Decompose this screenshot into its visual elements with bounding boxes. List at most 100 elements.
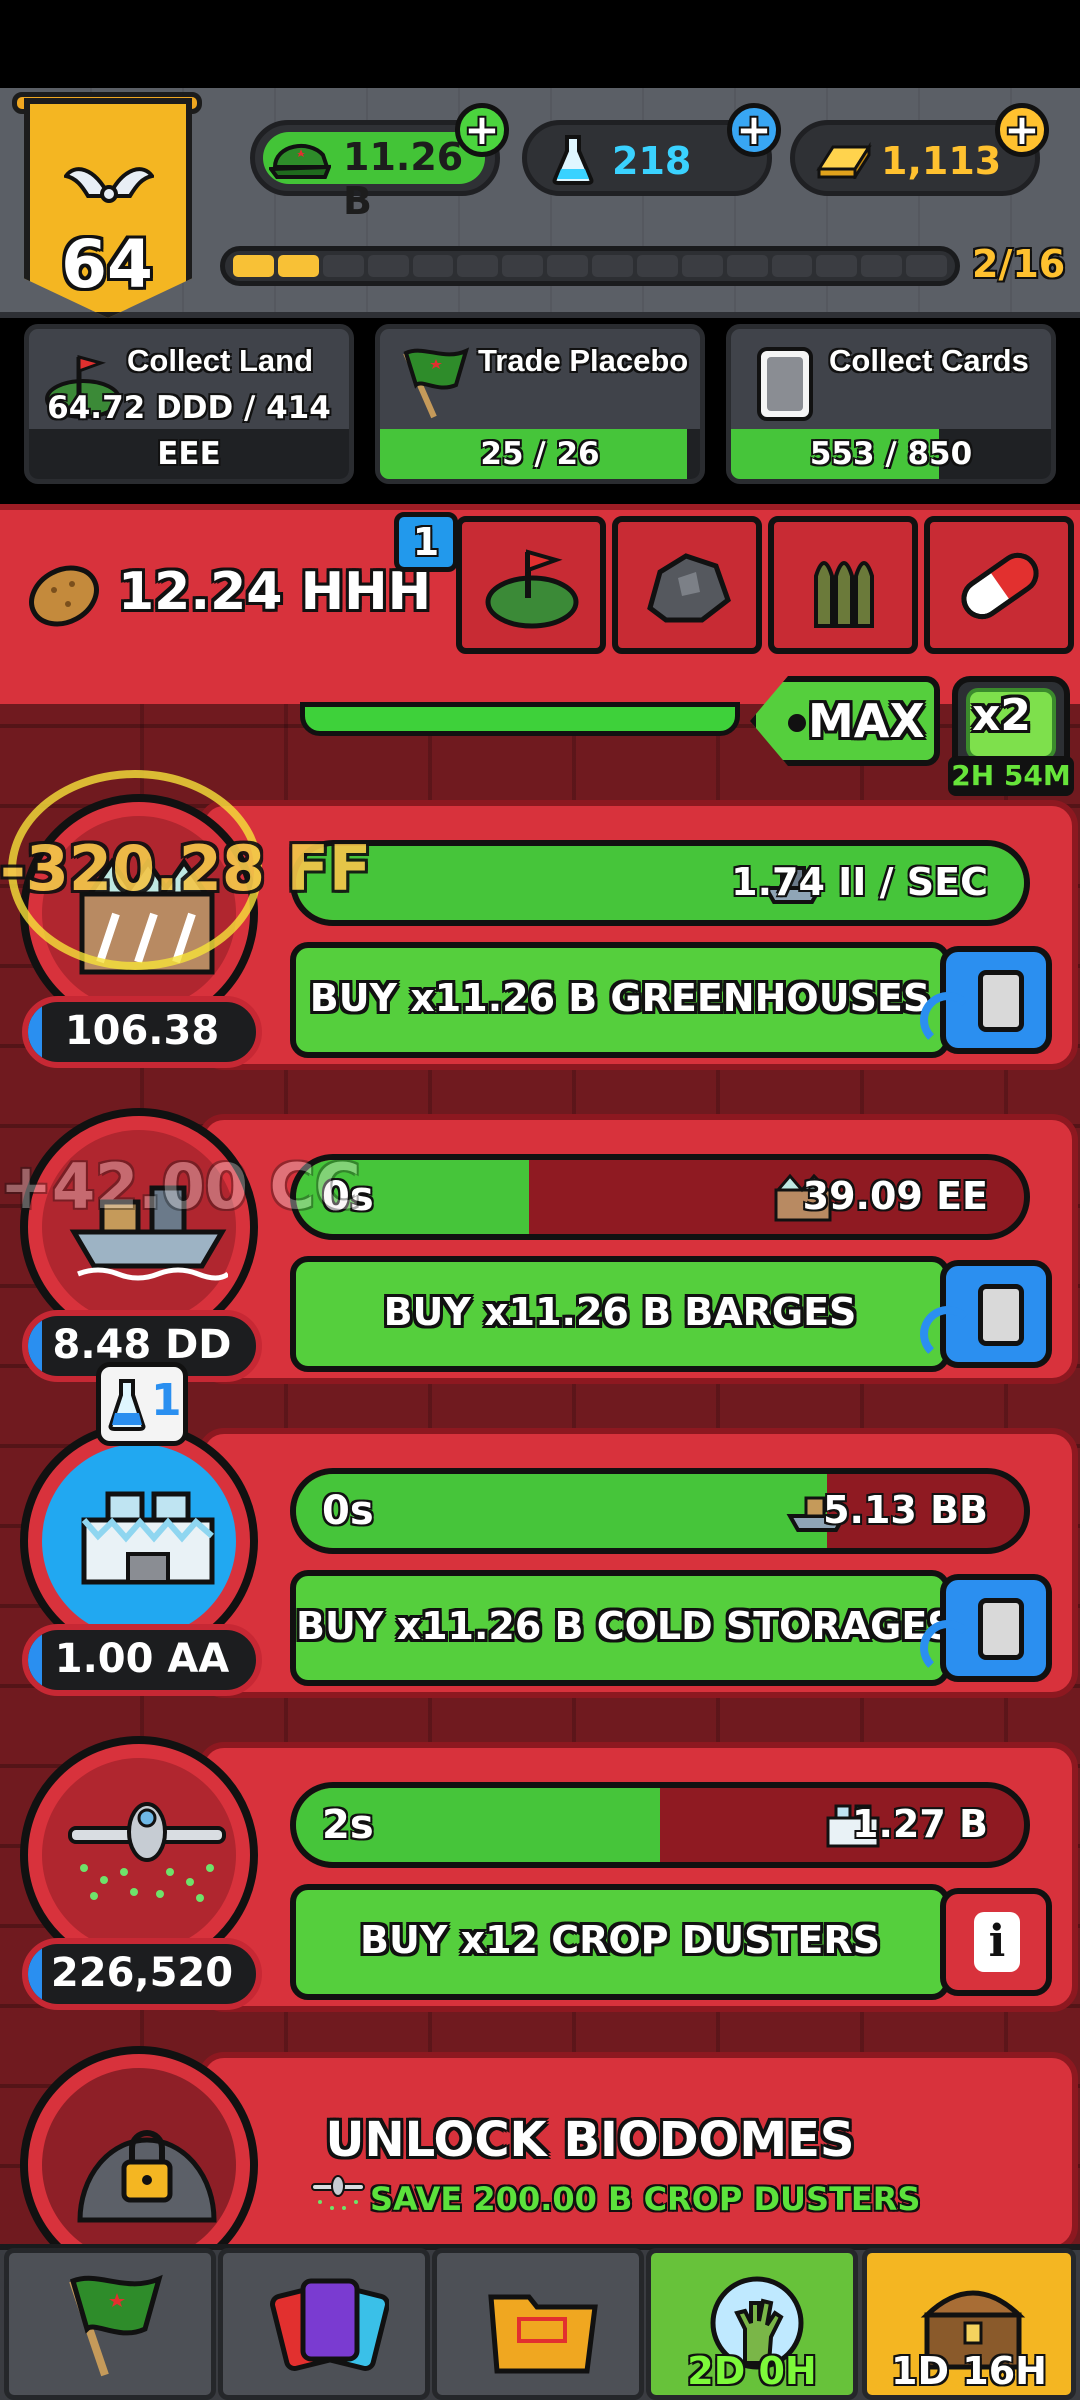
level-banner[interactable]: 64	[12, 88, 202, 328]
floating-gain-text: -320.28 FF	[0, 832, 372, 905]
cold-storage-icon	[81, 1491, 215, 1585]
science-amount: 218	[612, 139, 692, 183]
tab-land[interactable]	[456, 516, 606, 654]
buy-barges-button[interactable]: BUY x11.26 B BARGES	[290, 1256, 950, 1372]
production-rate: 1.74 II / SEC	[731, 860, 988, 904]
cash-counter[interactable]: 11.26 B +	[250, 103, 509, 223]
buy-cold-storages-button[interactable]: BUY x11.26 B COLD STORAGES	[290, 1570, 955, 1686]
owned-count: 1.00 AA	[22, 1624, 262, 1696]
production-progress: 2s 1.27 B	[290, 1782, 1030, 1868]
buy-crop-dusters-button[interactable]: BUY x12 CROP DUSTERS	[290, 1884, 950, 2000]
producer-crop-dusters: 2s 1.27 B 226,520 BUY x12 CROP DUSTERS i	[20, 1736, 1078, 2022]
production-rate: 1.27 B	[852, 1802, 988, 1846]
xp-segment	[233, 255, 274, 277]
army-flag-icon	[403, 347, 470, 419]
xp-segment	[547, 255, 588, 277]
info-icon: i	[974, 1912, 1020, 1972]
production-timer: 2s	[322, 1802, 374, 1848]
gold-counter[interactable]: 1,113 +	[790, 103, 1049, 196]
flask-icon	[108, 1379, 146, 1431]
add-gold-button[interactable]: +	[995, 103, 1049, 157]
boost-timer: 2H 54M	[948, 756, 1074, 796]
xp-segment	[906, 255, 947, 277]
xp-segment	[457, 255, 499, 277]
potato-amount: 12.24 HHH	[118, 562, 432, 622]
task-collect-cards[interactable]: Collect Cards 553 / 850	[726, 324, 1056, 484]
task-title: Collect Cards	[829, 343, 1029, 378]
land-flag-icon	[485, 549, 579, 629]
task-trade-placebo[interactable]: Trade Placebo 25 / 26	[375, 324, 705, 484]
production-rate: 5.13 BB	[823, 1488, 988, 1532]
boost-label: x2	[972, 690, 1031, 741]
task-progress-label: 25 / 26	[480, 436, 600, 472]
card-icon	[978, 970, 1024, 1032]
xp-segment	[816, 255, 858, 277]
unlock-title: UNLOCK BIODOMES	[325, 2112, 855, 2168]
nav-army-flag[interactable]	[4, 2248, 216, 2400]
unlock-requirement: SAVE 200.00 B CROP DUSTERS	[370, 2180, 921, 2218]
max-button-label: MAX	[808, 694, 925, 748]
cards-icon	[270, 2278, 389, 2371]
add-science-button[interactable]: +	[727, 103, 781, 157]
gold-bar-icon	[816, 141, 872, 179]
upgrade-card-button[interactable]	[920, 1574, 1052, 1682]
nav-cards[interactable]	[218, 2248, 430, 2400]
status-bar	[0, 0, 1080, 88]
xp-segment	[861, 255, 903, 277]
add-cash-button[interactable]: +	[455, 103, 509, 157]
production-progress: 0s 39.09 EE	[290, 1154, 1030, 1240]
task-progress-label: 553 / 850	[809, 436, 973, 472]
nav-missions[interactable]	[432, 2248, 644, 2400]
tab-ammo[interactable]	[768, 516, 918, 654]
task-collect-land[interactable]: Collect Land 64.72 DDD / 414 EEE	[24, 324, 354, 484]
xp-segment	[367, 255, 409, 277]
science-counter[interactable]: 218 +	[522, 103, 781, 196]
upgrade-card-button[interactable]	[920, 946, 1052, 1054]
card-icon	[978, 1284, 1024, 1346]
owned-count: 226,520	[22, 1938, 262, 2010]
buy-greenhouses-button[interactable]: BUY x11.26 B GREENHOUSES	[290, 942, 950, 1058]
tab-ore[interactable]	[612, 516, 762, 654]
xp-segment	[322, 255, 364, 277]
bullets-icon	[814, 561, 874, 628]
flask-icon	[552, 135, 594, 185]
notification-badge: 1	[394, 512, 458, 572]
science-requirement-count: 1	[151, 1375, 182, 1426]
card-icon	[978, 1598, 1024, 1660]
production-rate: 39.09 EE	[802, 1174, 988, 1218]
nav-event[interactable]: 2D 0H	[646, 2248, 858, 2400]
xp-segment	[681, 255, 723, 277]
floating-gain-text: +42.00 CC	[0, 1150, 361, 1223]
xp-segment	[771, 255, 813, 277]
xp-segment	[502, 255, 544, 277]
xp-segment	[726, 255, 768, 277]
xp-progress-bar	[220, 246, 960, 286]
card-icon	[757, 347, 813, 421]
gold-amount: 1,113	[881, 139, 1002, 183]
crop-duster-icon	[68, 1802, 226, 1902]
producer-cold-storages: 0s 5.13 BB 1.00 AA BUY x11.26 B COLD STO…	[20, 1422, 1078, 1708]
event-timer: 2D 0H	[687, 2349, 817, 2393]
task-progress-label: 64.72 DDD / 414 EEE	[47, 390, 331, 472]
army-cap-icon	[269, 144, 331, 179]
pill-icon	[961, 552, 1039, 620]
wings-icon	[64, 167, 154, 203]
info-button[interactable]: i	[940, 1888, 1052, 1996]
xp-segment	[412, 255, 454, 277]
chest-timer: 1D 16H	[891, 2349, 1047, 2393]
tab-placebo[interactable]	[924, 516, 1074, 654]
science-requirement-tag: 1	[96, 1362, 188, 1446]
xp-progress-label: 2/16	[972, 242, 1066, 286]
production-timer: 0s	[322, 1488, 374, 1534]
production-progress: 0s 5.13 BB	[290, 1468, 1030, 1554]
owned-count: 106.38 GG	[22, 996, 262, 1068]
nav-chest[interactable]: 1D 16H	[862, 2248, 1076, 2400]
task-title: Trade Placebo	[478, 343, 689, 378]
upgrade-card-button[interactable]	[920, 1260, 1052, 1368]
folder-icon	[488, 2294, 598, 2374]
army-flag-icon	[69, 2274, 163, 2377]
potato-icon	[29, 565, 99, 627]
production-progress: 1.74 II / SEC	[290, 840, 1030, 926]
player-level: 64	[61, 226, 153, 303]
task-title: Collect Land	[127, 343, 314, 378]
